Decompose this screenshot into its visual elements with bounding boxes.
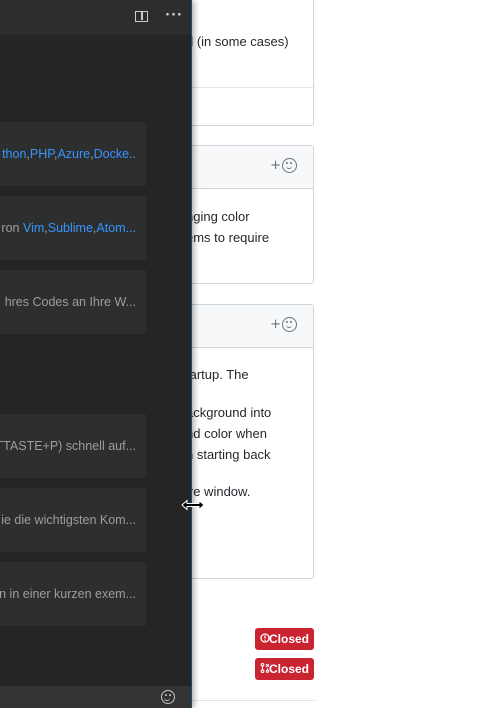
plus-icon: +	[270, 158, 281, 173]
timeline-divider	[185, 700, 315, 701]
keymap-link[interactable]: Atom...	[96, 221, 136, 235]
keymap-link[interactable]: Sublime	[48, 221, 93, 235]
walkthrough-item[interactable]: TTASTE+P) schnell auf...	[0, 414, 146, 478]
issue-closed-icon	[260, 633, 270, 643]
smiley-icon	[282, 317, 297, 332]
comment-1-line: d (in some cases)	[186, 34, 289, 49]
walkthrough-item[interactable]: thon,PHP,Azure,Docke..	[0, 122, 146, 186]
walkthrough-item[interactable]: ron Vim,Sublime,Atom...	[0, 196, 146, 260]
comment-3-line: n starting back	[186, 447, 271, 462]
language-link[interactable]: thon	[2, 147, 26, 161]
comment-3-line: ackground into	[186, 405, 272, 420]
language-link[interactable]: Azure	[57, 147, 90, 161]
more-actions-icon[interactable]: ···	[165, 9, 182, 25]
comment-2-text: nging color ems to require	[186, 206, 269, 248]
walkthrough-item[interactable]: ie die wichtigsten Kom...	[0, 488, 146, 552]
comment-3-text: tartup. The ackground into nd color when…	[186, 364, 271, 502]
status-bar	[0, 686, 191, 708]
badge-label: Closed	[268, 662, 309, 676]
walkthrough-description: ie die wichtigsten Kom...	[1, 513, 136, 527]
comment-3-line: tartup. The	[186, 367, 249, 382]
walkthrough-description: hres Codes an Ihre W...	[4, 295, 136, 309]
badge-label: Closed	[268, 632, 309, 646]
editor-welcome-panel: ··· thon,PHP,Azure,Docke.. ron Vim,Subli…	[0, 0, 192, 708]
add-reaction-button[interactable]: +	[270, 158, 297, 173]
walkthrough-description: ron Vim,Sublime,Atom...	[1, 221, 136, 235]
keymap-link[interactable]: Vim	[23, 221, 44, 235]
plus-icon: +	[270, 317, 281, 332]
pr-closed-icon	[260, 663, 270, 673]
description-prefix: ron	[1, 221, 23, 235]
card-divider	[185, 87, 315, 88]
comment-2-line: nging color	[186, 209, 250, 224]
split-editor-icon[interactable]	[134, 9, 150, 25]
smiley-icon	[282, 158, 297, 173]
walkthrough-item[interactable]: hres Codes an Ihre W...	[0, 270, 146, 334]
comment-3-line: nd color when	[186, 426, 267, 441]
add-reaction-button[interactable]: +	[270, 317, 297, 332]
language-link[interactable]: PHP	[30, 147, 54, 161]
closed-issue-badge[interactable]: Closed	[255, 628, 314, 650]
walkthrough-description: n in einer kurzen exem...	[0, 587, 136, 601]
feedback-smiley-icon[interactable]	[161, 690, 175, 704]
resize-cursor-icon	[181, 499, 205, 511]
comment-2-line: ems to require	[186, 230, 270, 245]
closed-pr-badge[interactable]: Closed	[255, 658, 314, 680]
walkthrough-item[interactable]: n in einer kurzen exem...	[0, 562, 146, 626]
editor-title-bar: ···	[0, 0, 191, 35]
walkthrough-description: thon,PHP,Azure,Docke..	[2, 147, 136, 161]
walkthrough-description: TTASTE+P) schnell auf...	[0, 439, 136, 453]
language-link[interactable]: Docke..	[94, 147, 136, 161]
comment-1-text: d (in some cases)	[186, 31, 289, 52]
